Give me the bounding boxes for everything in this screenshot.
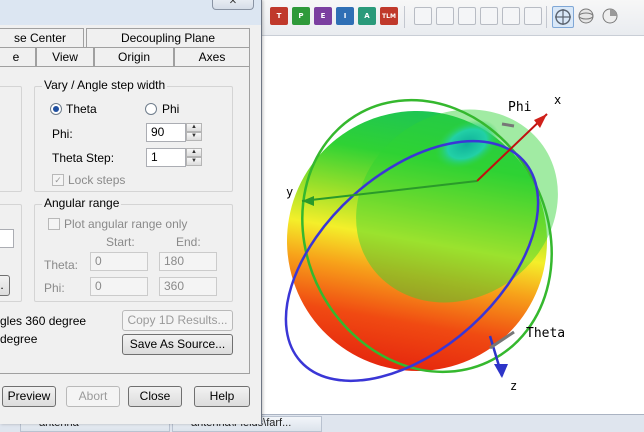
- plot-range-checkbox[interactable]: [48, 218, 60, 230]
- copy-1d-results-button[interactable]: Copy 1D Results...: [122, 310, 233, 331]
- polar-view-icon[interactable]: [600, 6, 622, 28]
- tab-origin[interactable]: Origin: [94, 47, 174, 66]
- toolbar-separator: [546, 6, 547, 28]
- angular-range-group-title: Angular range: [42, 196, 122, 210]
- toolbar-gray-icon-6[interactable]: [524, 7, 542, 25]
- vary-angle-group-title: Vary / Angle step width: [42, 78, 168, 92]
- theta-radio-label: Theta: [66, 102, 97, 116]
- theta-start-input[interactable]: 0: [90, 252, 148, 271]
- toolbar-button-p[interactable]: P: [292, 7, 310, 25]
- theta-end-input[interactable]: 180: [159, 252, 217, 271]
- tab-partial[interactable]: e: [0, 47, 36, 66]
- toolbar-gray-icon-3[interactable]: [458, 7, 476, 25]
- phi-start-input[interactable]: 0: [90, 277, 148, 296]
- phi-value-spinner[interactable]: ▲ ▼: [186, 123, 202, 142]
- phi-radio[interactable]: [145, 103, 157, 115]
- help-button[interactable]: Help: [194, 386, 250, 407]
- tab-phase-center[interactable]: se Center: [0, 28, 84, 47]
- left-partial-button[interactable]: .: [0, 275, 10, 296]
- toolbar-button-t[interactable]: T: [270, 7, 288, 25]
- close-button[interactable]: Close: [128, 386, 182, 407]
- toolbar-button-e[interactable]: E: [314, 7, 332, 25]
- lock-steps-label: Lock steps: [68, 173, 126, 187]
- start-column-header: Start:: [106, 235, 135, 249]
- preview-button[interactable]: Preview: [2, 386, 56, 407]
- toolbar-button-tlm[interactable]: TLM: [380, 7, 398, 25]
- toolbar-gray-icon-2[interactable]: [436, 7, 454, 25]
- phi-direction-marker: [501, 122, 515, 128]
- farfield-plot-dialog: ✕ se Center Decoupling Plane e View Orig…: [0, 0, 262, 424]
- close-icon[interactable]: ✕: [212, 0, 254, 10]
- toolbar-gray-icon-4[interactable]: [480, 7, 498, 25]
- tab-axes[interactable]: Axes: [174, 47, 250, 66]
- z-axis-label: z: [510, 379, 517, 393]
- tab-decoupling-plane[interactable]: Decoupling Plane: [86, 28, 250, 47]
- toolbar-gray-icon-5[interactable]: [502, 7, 520, 25]
- left-partial-field[interactable]: [0, 229, 14, 248]
- phi-radio-label: Phi: [162, 102, 180, 116]
- tab-view[interactable]: View: [36, 47, 94, 66]
- toolbar-button-a[interactable]: A: [358, 7, 376, 25]
- main-toolbar: T P E I A TLM: [262, 0, 644, 36]
- phi-axis-label: Phi: [508, 100, 531, 115]
- left-partial-group: [0, 86, 22, 192]
- phi-value-input[interactable]: 90: [146, 123, 186, 142]
- crosshair-icon[interactable]: [552, 6, 574, 28]
- phi-value-label: Phi:: [52, 127, 73, 141]
- theta-range-label: Theta:: [44, 258, 79, 272]
- theta-step-label: Theta Step:: [52, 151, 115, 165]
- plot-range-label: Plot angular range only: [64, 217, 188, 231]
- sphere-view-icon[interactable]: [576, 6, 598, 28]
- theta-step-spinner[interactable]: ▲ ▼: [186, 148, 202, 167]
- toolbar-separator: [404, 6, 405, 28]
- farfield-plot: Phi x y Theta z: [284, 93, 565, 393]
- end-column-header: End:: [176, 235, 201, 249]
- toolbar-gray-icon-1[interactable]: [414, 7, 432, 25]
- farfield-3d-view[interactable]: Phi x y Theta z: [262, 36, 644, 416]
- toolbar-button-i[interactable]: I: [336, 7, 354, 25]
- z-axis-arrow: [494, 364, 508, 378]
- x-axis-label: x: [554, 93, 561, 107]
- y-axis-label: y: [286, 185, 293, 199]
- theta-step-input[interactable]: 1: [146, 148, 186, 167]
- phi-range-label: Phi:: [44, 281, 65, 295]
- theta-axis-label: Theta: [526, 326, 565, 341]
- phi-end-input[interactable]: 360: [159, 277, 217, 296]
- save-as-source-button[interactable]: Save As Source...: [122, 334, 233, 355]
- summary-text-2: degree: [0, 332, 38, 346]
- abort-button[interactable]: Abort: [66, 386, 120, 407]
- theta-radio[interactable]: [50, 103, 62, 115]
- lock-steps-checkbox[interactable]: ✓: [52, 174, 64, 186]
- summary-text-1: gles 360 degree: [0, 314, 87, 328]
